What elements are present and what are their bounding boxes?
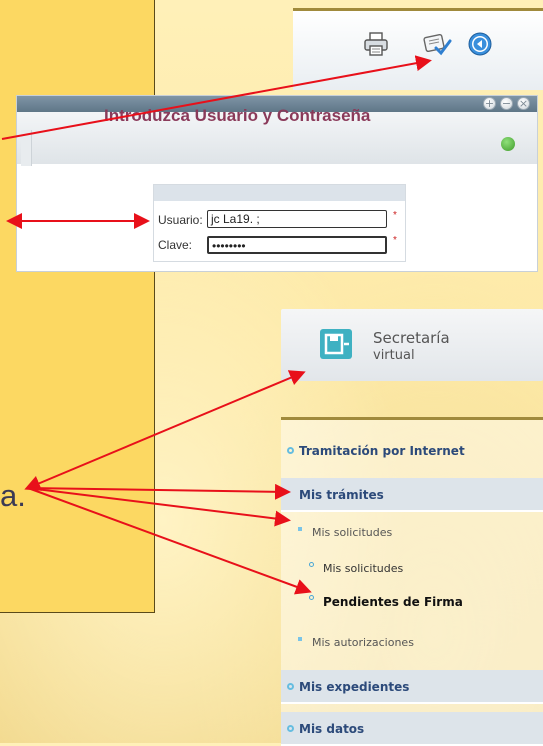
menu-item-mis-autorizaciones[interactable]: Mis autorizaciones (281, 630, 543, 656)
usuario-input[interactable]: jc La19. ; (207, 210, 387, 228)
instruction-note-box (0, 0, 155, 613)
menu-item-label: Mis autorizaciones (312, 636, 414, 649)
bullet-icon (287, 683, 294, 690)
menu-item-label: Mis solicitudes (323, 562, 404, 575)
menu-item-mis-datos[interactable]: Mis datos (281, 712, 543, 746)
back-arrow-icon[interactable] (467, 31, 493, 57)
secretaria-virtual-panel[interactable]: Secretaría virtual (281, 309, 543, 381)
note-text: a. (0, 478, 26, 513)
check-icon (501, 137, 515, 151)
menu-item-label: Mis datos (299, 722, 365, 736)
clave-input[interactable]: •••••••• (207, 236, 387, 254)
side-menu: Tramitación por Internet Mis trámites Mi… (281, 417, 543, 746)
close-window-icon[interactable]: × (517, 97, 530, 110)
menu-item-label: Mis solicitudes (312, 526, 393, 539)
bullet-icon (309, 562, 314, 567)
printer-icon[interactable] (363, 31, 389, 57)
menu-item-mis-tramites[interactable]: Mis trámites (281, 478, 543, 512)
menu-item-tramitacion[interactable]: Tramitación por Internet (281, 436, 543, 466)
secretaria-subtitle: virtual (373, 348, 415, 363)
menu-item-label: Tramitación por Internet (299, 444, 465, 458)
usuario-label: Usuario: (158, 213, 203, 227)
menu-item-label: Mis expedientes (299, 680, 410, 694)
secretaria-title: Secretaría (373, 329, 450, 347)
bullet-icon (309, 595, 314, 600)
menu-item-label: Pendientes de Firma (323, 595, 463, 609)
toolbar-panel (293, 8, 543, 90)
menu-item-mis-expedientes[interactable]: Mis expedientes (281, 670, 543, 704)
bullet-icon (287, 447, 294, 454)
menu-item-pendientes-firma[interactable]: Pendientes de Firma (281, 589, 543, 615)
clave-required-marker: * (393, 235, 397, 246)
clave-label: Clave: (158, 238, 193, 252)
login-title: Introduzca Usuario y Contraseña (104, 106, 371, 125)
secretaria-icon (320, 329, 352, 359)
bullet-icon (287, 725, 294, 732)
maximize-window-icon[interactable]: + (483, 97, 496, 110)
minimize-window-icon[interactable]: − (500, 97, 513, 110)
login-form-header (154, 185, 405, 201)
bullet-icon (298, 527, 302, 531)
usuario-required-marker: * (393, 210, 397, 221)
sign-document-icon[interactable] (422, 31, 452, 57)
menu-item-label: Mis trámites (299, 488, 384, 502)
menu-item-mis-solicitudes-parent[interactable]: Mis solicitudes (281, 520, 543, 546)
bullet-icon (298, 637, 302, 641)
login-header-tab (21, 130, 32, 166)
menu-item-mis-solicitudes[interactable]: Mis solicitudes (281, 556, 543, 582)
